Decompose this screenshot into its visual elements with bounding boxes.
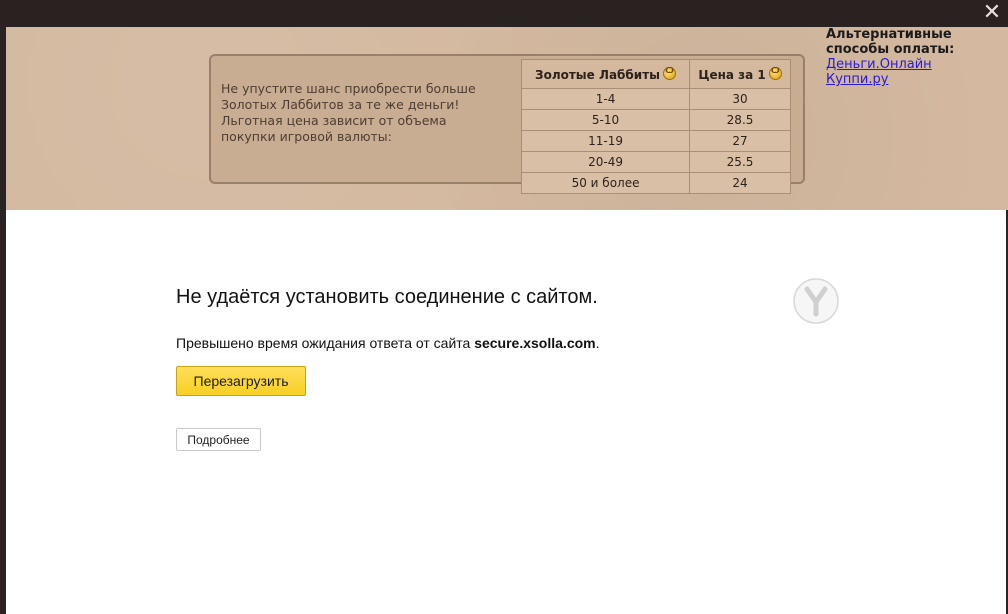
price-cell: 28.5: [689, 109, 791, 131]
reload-button[interactable]: Перезагрузить: [176, 366, 306, 396]
details-button[interactable]: Подробнее: [176, 428, 261, 451]
table-row: 11-19 27: [520, 130, 791, 152]
price-cell: 24: [689, 172, 791, 194]
price-table: Золотые Лаббиты Цена за 1 1-4 30 5-10 28…: [520, 59, 791, 194]
price-cell: 27: [689, 130, 791, 152]
price-table-header: Золотые Лаббиты Цена за 1: [520, 59, 791, 89]
quantity-cell: 11-19: [520, 130, 691, 152]
table-row: 1-4 30: [520, 88, 791, 110]
window-top-bar: ✕: [0, 0, 1008, 28]
error-title: Не удаётся установить соединение с сайто…: [176, 286, 598, 308]
gold-coin-icon: [768, 66, 782, 80]
alternative-payment-title: Альтернативные способы оплаты:: [826, 27, 955, 57]
table-row: 20-49 25.5: [520, 151, 791, 173]
error-host: secure.xsolla.com: [474, 335, 596, 351]
quantity-cell: 1-4: [520, 88, 691, 110]
price-cell: 25.5: [689, 151, 791, 173]
header-price: Цена за 1: [689, 59, 791, 89]
price-cell: 30: [689, 88, 791, 110]
header-quantity: Золотые Лаббиты: [520, 59, 691, 89]
promo-banner: Не упустите шанс приобрести больше Золот…: [6, 27, 1008, 210]
link-kuppi[interactable]: Куппи.ру: [826, 72, 1006, 87]
quantity-cell: 50 и более: [520, 172, 691, 194]
table-row: 50 и более 24: [520, 172, 791, 194]
quantity-cell: 20-49: [520, 151, 691, 173]
error-description: Превышено время ожидания ответа от сайта…: [176, 335, 600, 351]
promo-text: Не упустите шанс приобрести больше Золот…: [221, 81, 476, 144]
promo-box: Не упустите шанс приобрести больше Золот…: [209, 54, 805, 194]
alternative-payment: Альтернативные способы оплаты: Деньги.Он…: [826, 27, 1006, 87]
yandex-browser-logo-icon: [793, 278, 839, 324]
table-row: 5-10 28.5: [520, 109, 791, 131]
gold-coin-icon: [663, 66, 677, 80]
close-icon[interactable]: ✕: [982, 2, 1002, 24]
error-page: Не удаётся установить соединение с сайто…: [6, 210, 1006, 614]
quantity-cell: 5-10: [520, 109, 691, 131]
link-dengi-online[interactable]: Деньги.Онлайн: [826, 57, 1006, 72]
